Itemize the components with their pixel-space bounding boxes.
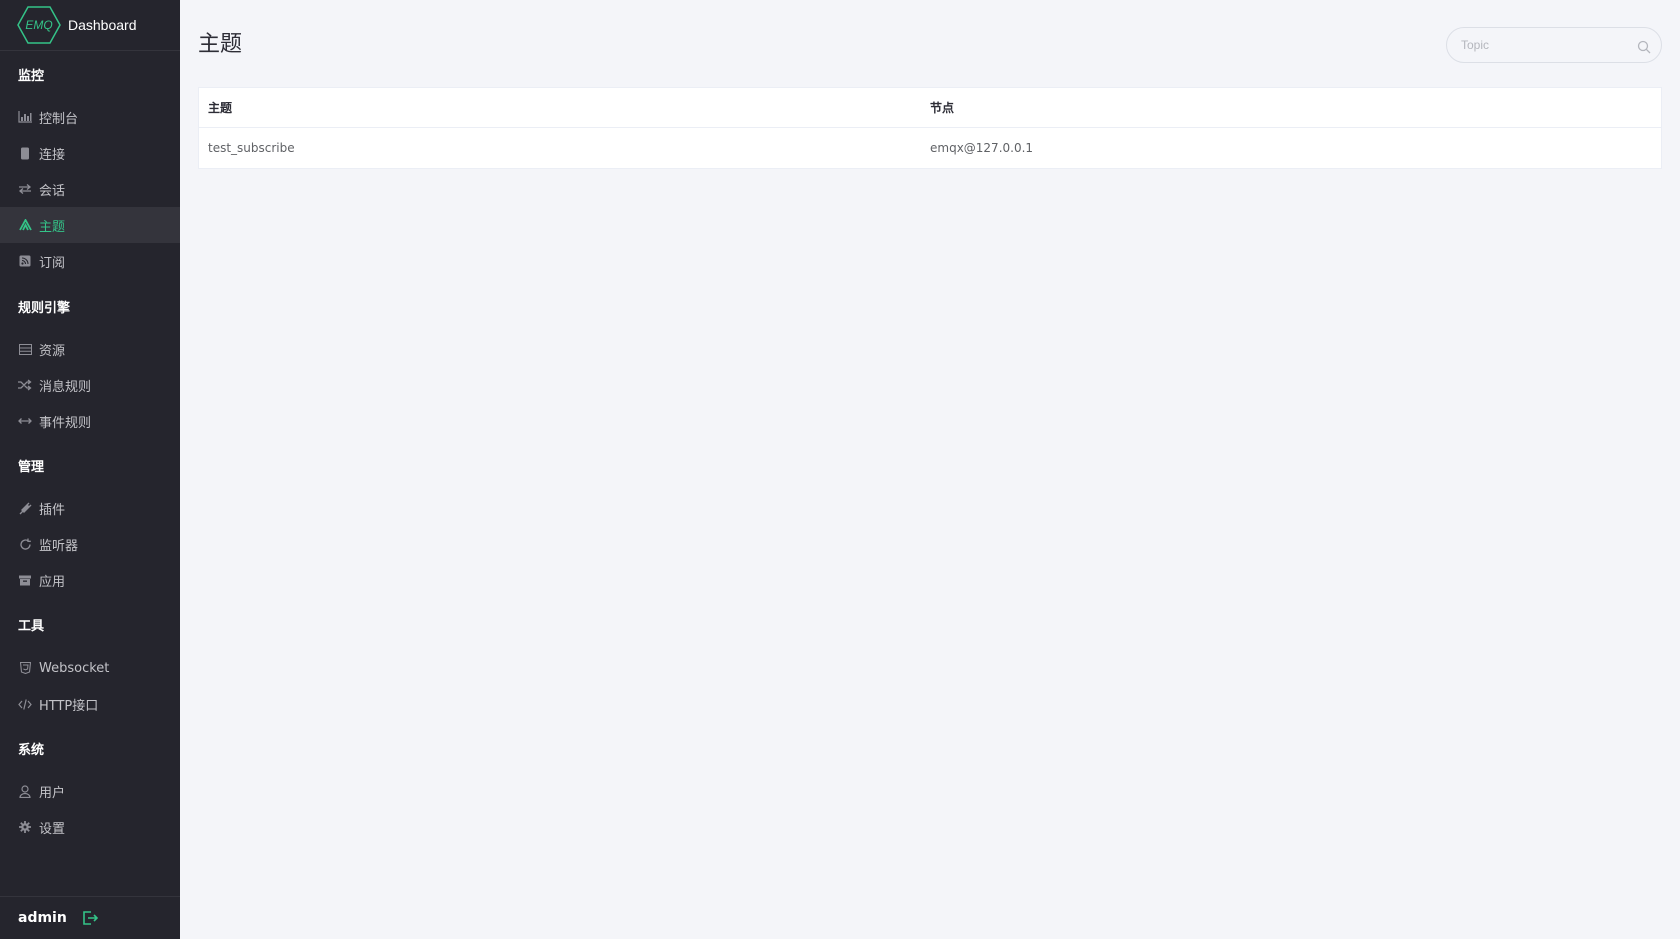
table-row[interactable]: test_subscribe emqx@127.0.0.1 — [199, 128, 1661, 168]
sidebar-item-dashboard[interactable]: 控制台 — [0, 99, 180, 135]
archive-icon — [18, 573, 32, 587]
sidebar-item-label: 用户 — [39, 785, 66, 801]
user-icon — [18, 784, 32, 798]
emq-logo: EMQ — [17, 5, 61, 45]
sidebar-item-message-rules[interactable]: 消息规则 — [0, 367, 180, 403]
html5-icon — [18, 661, 32, 675]
main-content: 主题 主题 节点 test_subscribe emqx@127.0.0.1 — [180, 0, 1680, 939]
table-header: 主题 节点 — [199, 88, 1661, 128]
exchange-icon — [18, 182, 32, 196]
sidebar-item-resources[interactable]: 资源 — [0, 331, 180, 367]
sidebar-item-label: 控制台 — [39, 111, 79, 127]
code-icon — [18, 697, 32, 711]
sidebar-item-listeners[interactable]: 监听器 — [0, 526, 180, 562]
sidebar-item-connections[interactable]: 连接 — [0, 135, 180, 171]
cell-topic: test_subscribe — [208, 141, 295, 155]
logout-icon[interactable] — [81, 909, 99, 927]
sidebar-item-label: 设置 — [39, 821, 66, 837]
sidebar-item-applications[interactable]: 应用 — [0, 562, 180, 598]
nav-group-tools: 工具 — [18, 619, 45, 634]
page-title: 主题 — [198, 32, 243, 57]
gear-icon — [18, 820, 32, 834]
sidebar: EMQ Dashboard 监控 控制台 连接 会话 主题 订阅 规则引擎 资源… — [0, 0, 180, 939]
sidebar-item-sessions[interactable]: 会话 — [0, 171, 180, 207]
sidebar-item-label: 订阅 — [39, 255, 66, 271]
app-title: Dashboard — [68, 17, 137, 33]
topic-search — [1446, 27, 1662, 63]
search-icon[interactable] — [1637, 39, 1651, 54]
sidebar-item-label: 监听器 — [39, 538, 79, 554]
plug-icon — [18, 501, 32, 515]
arrows-h-icon — [18, 414, 32, 428]
sidebar-item-label: Websocket — [39, 660, 110, 676]
sidebar-item-label: 插件 — [39, 502, 66, 518]
column-header-node[interactable]: 节点 — [930, 99, 1661, 116]
mobile-icon — [18, 146, 32, 160]
sidebar-item-label: 会话 — [39, 183, 66, 199]
sidebar-item-label: 消息规则 — [39, 379, 92, 395]
sidebar-item-label: HTTP接口 — [39, 698, 99, 714]
bar-chart-icon — [18, 110, 32, 124]
sidebar-item-topics[interactable]: 主题 — [0, 207, 180, 243]
refresh-icon — [18, 537, 32, 551]
nav-group-rule-engine: 规则引擎 — [18, 301, 71, 316]
sidebar-item-subscriptions[interactable]: 订阅 — [0, 243, 180, 279]
sidebar-item-users[interactable]: 用户 — [0, 773, 180, 809]
sidebar-item-plugins[interactable]: 插件 — [0, 490, 180, 526]
list-icon — [18, 342, 32, 356]
sidebar-item-settings[interactable]: 设置 — [0, 809, 180, 845]
cell-node: emqx@127.0.0.1 — [930, 141, 1034, 155]
search-input[interactable] — [1447, 37, 1627, 53]
brand[interactable]: EMQ Dashboard — [0, 0, 180, 51]
sidebar-item-event-rules[interactable]: 事件规则 — [0, 403, 180, 439]
sidebar-item-websocket[interactable]: Websocket — [0, 650, 180, 686]
sidebar-item-label: 资源 — [39, 343, 66, 359]
user-bar: admin — [0, 896, 180, 939]
sidebar-item-label: 连接 — [39, 147, 66, 163]
nav-group-management: 管理 — [18, 460, 45, 475]
topic-icon — [18, 218, 32, 232]
rss-icon — [18, 254, 32, 268]
sidebar-item-label: 事件规则 — [39, 415, 92, 431]
column-header-topic[interactable]: 主题 — [199, 99, 930, 116]
sidebar-item-http-api[interactable]: HTTP接口 — [0, 686, 180, 722]
nav-group-monitor: 监控 — [18, 69, 45, 84]
username: admin — [18, 910, 67, 926]
sidebar-item-label: 主题 — [39, 219, 66, 235]
sidebar-item-label: 应用 — [39, 574, 66, 590]
nav-group-system: 系统 — [18, 743, 45, 758]
topics-table: 主题 节点 test_subscribe emqx@127.0.0.1 — [198, 87, 1662, 169]
shuffle-icon — [18, 378, 32, 392]
